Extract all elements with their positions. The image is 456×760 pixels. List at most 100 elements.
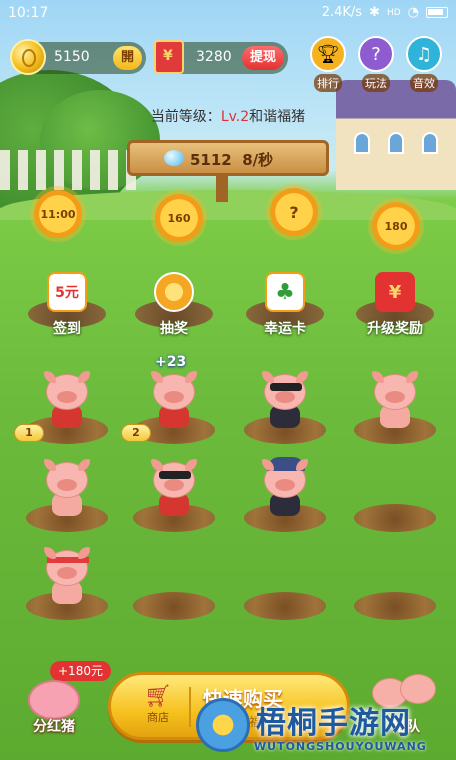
red-packet-balance: 3280 提现 — [154, 40, 288, 74]
level-info: 当前等级：Lv.2和谐福猪 — [0, 106, 456, 126]
gem-icon — [164, 150, 184, 166]
sun-timer[interactable]: 11:00 — [34, 190, 82, 238]
pig-slot[interactable]: 2 — [121, 371, 217, 444]
level-value: Lv.2 — [220, 109, 250, 125]
production-sign: 5112 8/秒 — [127, 140, 329, 176]
book-icon: ? — [358, 36, 394, 72]
how-to-play-button[interactable]: ? 玩法 — [354, 36, 398, 92]
coin-icon — [10, 39, 46, 75]
ranking-label: 排行 — [314, 74, 342, 92]
empty-slot[interactable] — [131, 550, 217, 620]
pig-slot[interactable] — [352, 371, 438, 444]
pig-slot[interactable] — [24, 459, 110, 532]
battery-icon — [426, 7, 448, 18]
sun-reward[interactable]: 180 — [372, 202, 420, 250]
pig-slot[interactable] — [24, 547, 110, 620]
clover-card-icon: ♣ — [265, 272, 305, 312]
pig-character[interactable] — [260, 371, 310, 430]
dirt-hole — [244, 592, 326, 620]
withdraw-button[interactable]: 提现 — [241, 46, 284, 70]
red-envelope-icon: ¥ — [375, 272, 415, 312]
trophy-icon: 🏆︎ — [310, 36, 346, 72]
dirt-hole — [133, 592, 215, 620]
red-envelope-icon — [154, 40, 184, 74]
watermark-cn: 梧桐手游网 — [256, 706, 411, 741]
wheel-icon — [154, 272, 194, 312]
sign-post — [216, 176, 228, 202]
shop-button[interactable]: 🛒︎ 商店 — [133, 685, 183, 725]
pig-character[interactable] — [370, 371, 420, 430]
lottery-button[interactable]: 抽奖 — [131, 272, 217, 342]
wifi-icon: ◔ — [407, 5, 419, 20]
sound-button[interactable]: ♫ 音效 — [402, 36, 446, 92]
watermark-logo — [196, 698, 250, 752]
upgrade-reward-button[interactable]: ¥ 升级奖励 — [352, 272, 438, 342]
how-to-play-label: 玩法 — [362, 74, 390, 92]
dirt-hole — [354, 504, 436, 532]
pig-slot[interactable] — [131, 459, 217, 532]
red-packet-value: 3280 — [196, 49, 232, 65]
pig-slot[interactable] — [242, 457, 328, 532]
dirt-hole — [354, 592, 436, 620]
sign-in-button[interactable]: 5元 签到 — [24, 272, 110, 342]
pig-level-badge: 2 — [121, 424, 151, 442]
fence — [0, 150, 140, 190]
coin-value: 5150 — [54, 49, 90, 65]
pig-character[interactable] — [149, 459, 199, 518]
shop-label: 商店 — [147, 711, 169, 724]
level-name: 和谐福猪 — [249, 109, 306, 125]
pig-snout — [385, 391, 405, 403]
sound-label: 音效 — [410, 74, 438, 92]
empty-slot[interactable] — [242, 550, 328, 620]
pig-slot[interactable] — [242, 371, 328, 444]
pig-character[interactable] — [42, 459, 92, 518]
pig-snout — [164, 391, 184, 403]
dividend-pig-label: 分红猪 — [33, 719, 75, 735]
sign-in-label: 签到 — [53, 321, 81, 337]
level-prefix: 当前等级： — [150, 109, 221, 125]
divider — [189, 687, 191, 727]
music-icon: ♫ — [406, 36, 442, 72]
pig-slot[interactable]: 1 — [14, 371, 110, 444]
empty-slot[interactable] — [352, 462, 438, 532]
status-bar: 10:17 2.4K/s ✱ HD ◔ — [0, 0, 456, 28]
hd-signal-icon: HD — [386, 7, 401, 18]
pig-character[interactable] — [42, 547, 92, 606]
sun-mystery[interactable]: ? — [270, 188, 318, 236]
farmhouse — [336, 80, 456, 190]
production-text: 5112 8/秒 — [190, 149, 273, 170]
pig-snout — [57, 479, 77, 491]
bluetooth-icon: ✱ — [369, 5, 380, 20]
pig-snout — [57, 391, 77, 403]
pig-snout — [275, 391, 295, 403]
lottery-label: 抽奖 — [160, 321, 188, 337]
watermark-en: WUTONGSHOUYOUWANG — [254, 740, 427, 753]
pig-snout — [164, 479, 184, 491]
production-value: 5112 — [190, 151, 232, 169]
house-window — [388, 132, 404, 154]
network-speed: 2.4K/s — [321, 5, 363, 20]
lucky-card-label: 幸运卡 — [264, 321, 306, 337]
pig-character[interactable] — [260, 457, 310, 518]
ranking-button[interactable]: 🏆︎ 排行 — [306, 36, 350, 92]
piggy-bank-icon — [28, 680, 80, 720]
floating-gain: +23 — [155, 354, 187, 370]
house-window — [354, 132, 370, 154]
open-button[interactable]: 開 — [112, 46, 142, 70]
sun-reward[interactable]: 160 — [155, 194, 203, 242]
calendar-icon: 5元 — [47, 272, 87, 312]
pig-character[interactable] — [149, 371, 199, 430]
pig-character[interactable] — [42, 371, 92, 430]
dividend-pig-button[interactable]: 分红猪 — [20, 672, 88, 735]
pig-snout — [275, 479, 295, 491]
pig-level-badge: 1 — [14, 424, 44, 442]
empty-slot[interactable] — [352, 550, 438, 620]
status-time: 10:17 — [8, 5, 49, 21]
pig-snout — [57, 567, 77, 579]
house-window — [422, 132, 438, 154]
upgrade-reward-label: 升级奖励 — [367, 321, 423, 337]
lucky-card-button[interactable]: ♣ 幸运卡 — [242, 272, 328, 342]
production-rate: 8/秒 — [242, 151, 274, 169]
coin-balance: 5150 開 — [10, 39, 146, 75]
cart-icon: 🛒︎ — [144, 684, 172, 709]
